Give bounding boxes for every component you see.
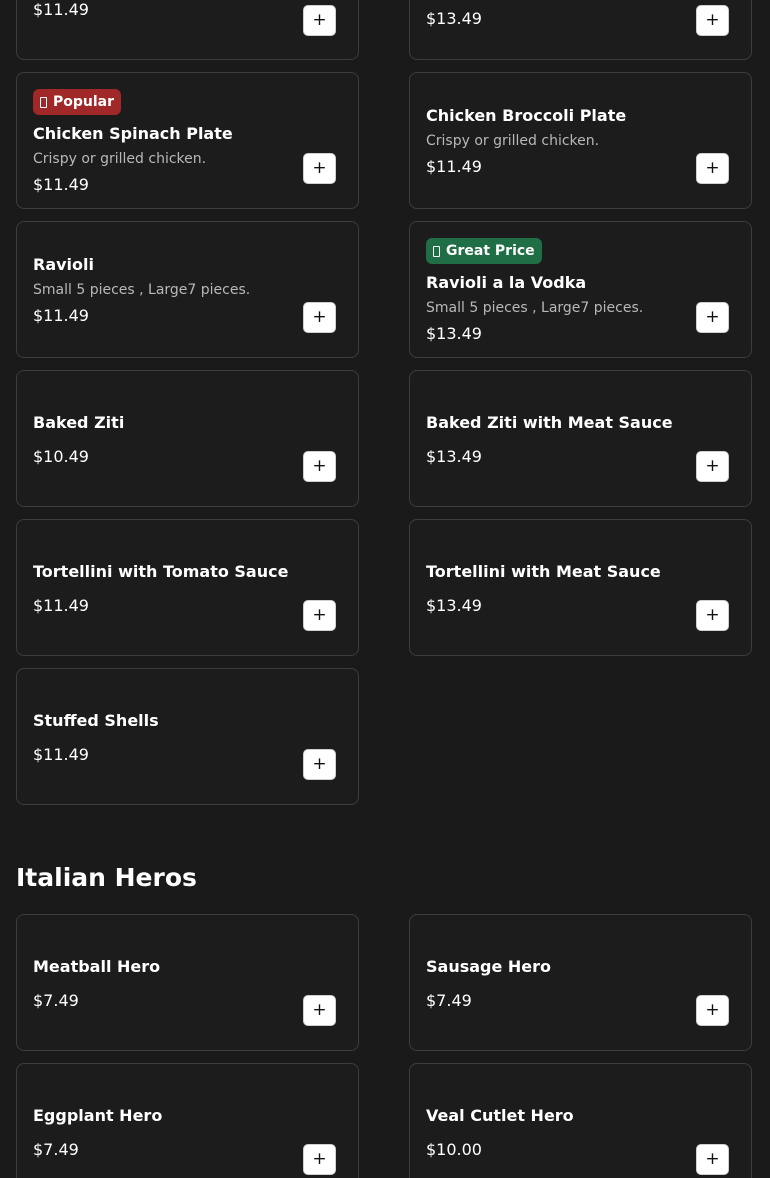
item-price: $10.00	[426, 1140, 482, 1159]
item-title: Veal Cutlet Hero	[426, 1106, 574, 1125]
plus-icon: +	[705, 158, 720, 178]
item-price: $7.49	[33, 1140, 79, 1159]
item-price: $7.49	[33, 991, 79, 1010]
item-description: Small 5 pieces , Large7 pieces.	[426, 300, 644, 316]
add-to-cart-button[interactable]: +	[696, 1144, 729, 1175]
item-price: $7.49	[426, 991, 472, 1010]
plus-icon: +	[705, 605, 720, 625]
item-description: Small 5 pieces , Large7 pieces.	[33, 282, 251, 298]
plus-icon: +	[312, 605, 327, 625]
item-price: $13.49	[426, 9, 482, 28]
item-title: Stuffed Shells	[33, 711, 159, 730]
add-to-cart-button[interactable]: +	[696, 302, 729, 333]
add-to-cart-button[interactable]: +	[303, 1144, 336, 1175]
menu-item-card[interactable]: Veal Cutlet Hero $10.00 +	[409, 1063, 752, 1178]
plus-icon: +	[705, 307, 720, 327]
plus-icon: +	[312, 456, 327, 476]
item-title: Baked Ziti with Meat Sauce	[426, 413, 673, 432]
menu-item-card[interactable]: Meatball Hero $7.49 +	[16, 914, 359, 1051]
plus-icon: +	[705, 1000, 720, 1020]
item-title: Ravioli a la Vodka	[426, 273, 587, 292]
menu-item-card[interactable]: Sausage Hero $7.49 +	[409, 914, 752, 1051]
menu-item-card[interactable]: Popular Chicken Spinach Plate Crispy or …	[16, 72, 359, 209]
item-title: Tortellini with Meat Sauce	[426, 562, 661, 581]
item-price: $11.49	[33, 175, 89, 194]
menu-item-card[interactable]: Eggplant Hero $7.49 +	[16, 1063, 359, 1178]
add-to-cart-button[interactable]: +	[303, 995, 336, 1026]
badge-label: Popular	[53, 94, 115, 110]
add-to-cart-button[interactable]: +	[303, 302, 336, 333]
add-to-cart-button[interactable]: +	[696, 153, 729, 184]
menu-item-card[interactable]: Tortellini with Tomato Sauce $11.49 +	[16, 519, 359, 656]
add-to-cart-button[interactable]: +	[303, 451, 336, 482]
item-title: Eggplant Hero	[33, 1106, 163, 1125]
item-title: Ravioli	[33, 255, 94, 274]
item-title: Chicken Spinach Plate	[33, 124, 233, 143]
add-to-cart-button[interactable]: +	[303, 749, 336, 780]
item-price: $13.49	[426, 324, 482, 343]
plus-icon: +	[705, 1149, 720, 1169]
item-price: $13.49	[426, 596, 482, 615]
item-price: $11.49	[33, 745, 89, 764]
add-to-cart-button[interactable]: +	[696, 600, 729, 631]
item-price: $11.49	[33, 596, 89, 615]
menu-item-card[interactable]: Tortellini with Meat Sauce $13.49 +	[409, 519, 752, 656]
menu-item-card[interactable]: $13.49 +	[409, 0, 752, 60]
menu-item-card[interactable]: Great Price Ravioli a la Vodka Small 5 p…	[409, 221, 752, 358]
menu-item-card[interactable]: Baked Ziti $10.49 +	[16, 370, 359, 507]
tag-icon	[433, 245, 440, 257]
item-title: Chicken Broccoli Plate	[426, 106, 627, 125]
item-title: Meatball Hero	[33, 957, 161, 976]
plus-icon: +	[312, 307, 327, 327]
add-to-cart-button[interactable]: +	[303, 153, 336, 184]
plus-icon: +	[312, 1000, 327, 1020]
great-price-badge: Great Price	[426, 238, 542, 264]
item-price: $11.49	[426, 157, 482, 176]
item-title: Tortellini with Tomato Sauce	[33, 562, 289, 581]
item-price: $11.49	[33, 306, 89, 325]
plus-icon: +	[705, 456, 720, 476]
add-to-cart-button[interactable]: +	[303, 600, 336, 631]
item-title: Baked Ziti	[33, 413, 125, 432]
plus-icon: +	[312, 754, 327, 774]
menu-item-card[interactable]: $11.49 +	[16, 0, 359, 60]
add-to-cart-button[interactable]: +	[696, 995, 729, 1026]
plus-icon: +	[705, 10, 720, 30]
menu-item-card[interactable]: Chicken Broccoli Plate Crispy or grilled…	[409, 72, 752, 209]
tag-icon	[40, 96, 47, 108]
section-title: Italian Heros	[16, 863, 197, 892]
plus-icon: +	[312, 10, 327, 30]
plus-icon: +	[312, 158, 327, 178]
menu-item-card[interactable]: Baked Ziti with Meat Sauce $13.49 +	[409, 370, 752, 507]
add-to-cart-button[interactable]: +	[303, 5, 336, 36]
item-description: Crispy or grilled chicken.	[426, 133, 600, 149]
item-price: $10.49	[33, 447, 89, 466]
add-to-cart-button[interactable]: +	[696, 451, 729, 482]
add-to-cart-button[interactable]: +	[696, 5, 729, 36]
item-title: Sausage Hero	[426, 957, 552, 976]
item-price: $13.49	[426, 447, 482, 466]
item-price: $11.49	[33, 0, 89, 19]
plus-icon: +	[312, 1149, 327, 1169]
item-description: Crispy or grilled chicken.	[33, 151, 207, 167]
badge-label: Great Price	[446, 243, 535, 259]
menu-item-card[interactable]: Stuffed Shells $11.49 +	[16, 668, 359, 805]
popular-badge: Popular	[33, 89, 122, 115]
menu-item-card[interactable]: Ravioli Small 5 pieces , Large7 pieces. …	[16, 221, 359, 358]
